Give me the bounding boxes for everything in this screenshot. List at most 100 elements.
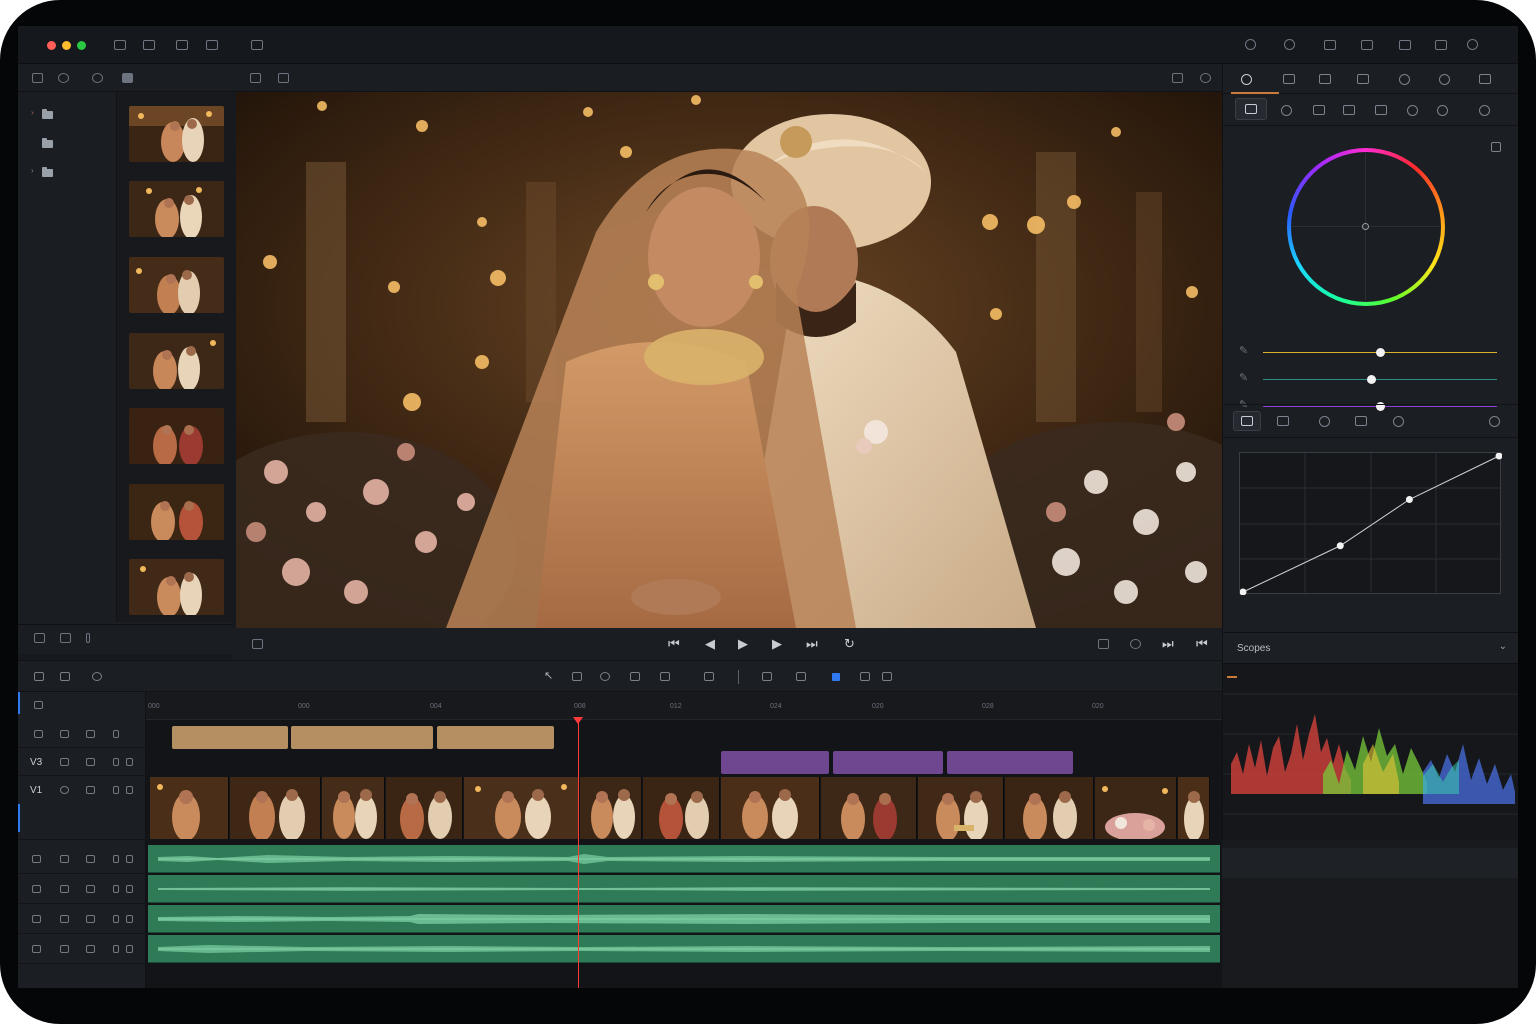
lift-slider[interactable]: [1263, 348, 1497, 357]
layout-icon[interactable]: [176, 40, 188, 50]
chevron-down-icon[interactable]: ⌄: [1499, 641, 1507, 652]
clip-icon[interactable]: [60, 758, 69, 766]
sat-curve-icon[interactable]: [1355, 416, 1367, 426]
speaker-icon[interactable]: [32, 945, 41, 953]
video-clip[interactable]: [918, 777, 1004, 839]
target-curve-icon[interactable]: [1393, 416, 1404, 427]
snapshot-icon[interactable]: [704, 672, 714, 681]
video-clip[interactable]: [821, 777, 917, 839]
replay-icon[interactable]: [1130, 639, 1141, 649]
waveform-icon[interactable]: [60, 885, 69, 893]
undo-icon[interactable]: [1437, 105, 1448, 116]
folder-icon[interactable]: [42, 138, 53, 148]
wheel-options-icon[interactable]: [1491, 142, 1501, 152]
close-window-button[interactable]: [47, 41, 56, 50]
solo-icon[interactable]: [86, 855, 95, 863]
reset-curve-icon[interactable]: [1489, 416, 1500, 427]
effect-clip[interactable]: [833, 751, 943, 774]
curve-control-point[interactable]: [1405, 496, 1413, 504]
overwrite-icon[interactable]: [660, 672, 670, 681]
sort-icon[interactable]: [86, 633, 90, 643]
blade-tool-icon[interactable]: [630, 672, 640, 681]
mute-icon[interactable]: [113, 945, 119, 953]
mute-icon[interactable]: [113, 758, 119, 766]
playhead[interactable]: [578, 720, 579, 988]
eyedropper-icon[interactable]: [1343, 105, 1355, 115]
timecode-icon[interactable]: [34, 701, 43, 709]
media-thumbnail[interactable]: [129, 181, 224, 237]
lock-icon[interactable]: [126, 885, 133, 893]
video-clip[interactable]: [230, 777, 321, 839]
speaker-icon[interactable]: [32, 855, 41, 863]
curve-editor[interactable]: [1239, 452, 1503, 596]
crop-icon[interactable]: [1313, 105, 1325, 115]
media-thumbnail[interactable]: [129, 333, 224, 389]
video-clip[interactable]: [386, 777, 463, 839]
inspector-icon[interactable]: [251, 40, 263, 50]
audio-clip[interactable]: [148, 875, 1220, 903]
effect-clip[interactable]: [947, 751, 1073, 774]
solo-icon[interactable]: [86, 885, 95, 893]
loop-button[interactable]: ↻: [844, 637, 855, 651]
viewer-mode-icon[interactable]: [250, 73, 261, 83]
track-options-icon[interactable]: [60, 672, 70, 681]
media-thumbnail[interactable]: [129, 484, 224, 540]
lock-icon[interactable]: [126, 758, 133, 766]
dynamic-trim-icon[interactable]: [600, 672, 610, 681]
reset-icon[interactable]: [1479, 105, 1490, 116]
color-wheel[interactable]: [1287, 148, 1445, 306]
video-viewer[interactable]: [236, 92, 1222, 628]
mute-icon[interactable]: [113, 786, 119, 794]
waveform-icon[interactable]: [60, 915, 69, 923]
export-icon[interactable]: [1435, 40, 1447, 50]
sparkle-icon[interactable]: [1407, 105, 1418, 116]
folder-icon[interactable]: [42, 109, 53, 119]
curve-control-point[interactable]: [1495, 452, 1503, 460]
settings-icon[interactable]: [1467, 39, 1478, 50]
tab-curves-icon[interactable]: [1283, 74, 1295, 84]
new-bin-icon[interactable]: [34, 633, 45, 643]
media-thumbnail[interactable]: [129, 559, 224, 615]
waveform-icon[interactable]: [60, 855, 69, 863]
gamma-slider[interactable]: [1263, 375, 1497, 384]
list-view-icon[interactable]: [32, 73, 43, 83]
video-clip[interactable]: [464, 777, 579, 839]
title-clip[interactable]: [437, 726, 554, 749]
tab-levels-icon[interactable]: [1319, 74, 1331, 84]
timeline[interactable]: 000 000 004 008 012 024 020 028 020: [146, 692, 1222, 988]
fullscreen-icon[interactable]: [1172, 73, 1183, 83]
lum-curve-icon[interactable]: [1319, 416, 1330, 427]
import-icon[interactable]: [60, 633, 71, 643]
video-clip[interactable]: [643, 777, 720, 839]
media-thumbnail[interactable]: [129, 257, 224, 313]
audio-clip[interactable]: [148, 935, 1220, 963]
chevron-right-icon[interactable]: ›: [31, 108, 34, 117]
speaker-icon[interactable]: [32, 915, 41, 923]
trim-tool-icon[interactable]: [572, 672, 582, 681]
curve-control-point[interactable]: [1239, 588, 1247, 596]
minimize-window-button[interactable]: [62, 41, 71, 50]
audio-clip[interactable]: [148, 845, 1220, 873]
effect-clip[interactable]: [721, 751, 829, 774]
eyedropper-icon[interactable]: ✎: [1239, 344, 1249, 357]
solo-icon[interactable]: [86, 945, 95, 953]
title-clip[interactable]: [291, 726, 433, 749]
curve-control-point[interactable]: [1336, 542, 1344, 550]
lock-icon[interactable]: [126, 786, 133, 794]
link-icon[interactable]: [86, 730, 95, 738]
zoom-window-button[interactable]: [77, 41, 86, 50]
tab-qualifier-icon[interactable]: [1357, 74, 1369, 84]
flag-color-button[interactable]: [832, 673, 840, 681]
display-icon[interactable]: [1399, 40, 1411, 50]
video-clip[interactable]: [1178, 777, 1210, 839]
mute-icon[interactable]: [113, 855, 119, 863]
rotate-icon[interactable]: [1281, 105, 1292, 116]
target-icon[interactable]: [92, 73, 103, 83]
lock-icon[interactable]: [126, 855, 133, 863]
camera-icon[interactable]: [1324, 40, 1336, 50]
history-icon[interactable]: [58, 73, 69, 83]
solo-icon[interactable]: [86, 915, 95, 923]
lock-icon[interactable]: [796, 672, 806, 681]
tab-tracker-icon[interactable]: [1439, 74, 1450, 85]
magic-icon[interactable]: [1375, 105, 1387, 115]
